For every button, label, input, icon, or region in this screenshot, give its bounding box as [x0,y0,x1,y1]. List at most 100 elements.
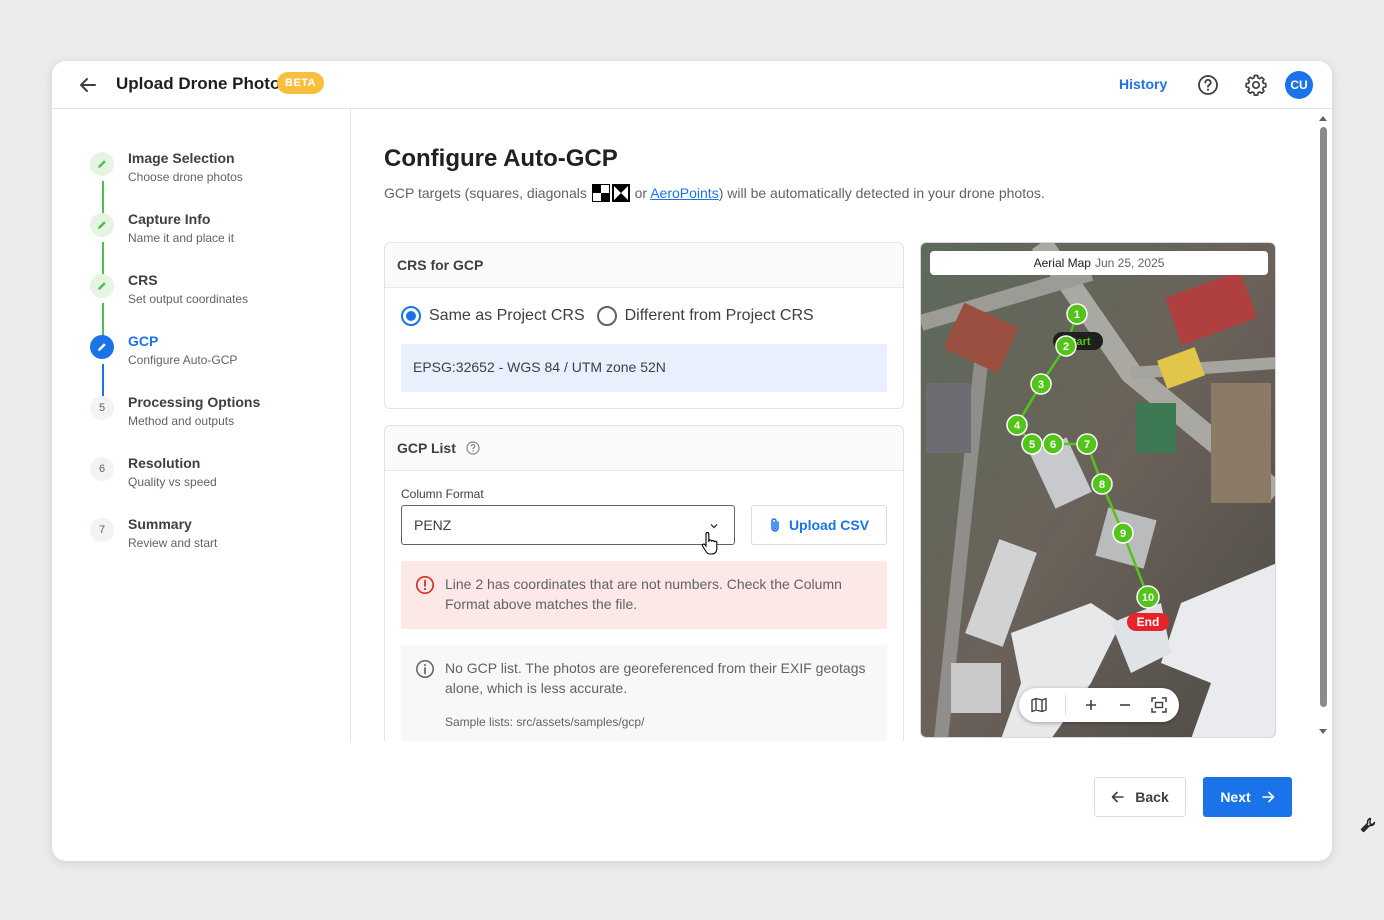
scroll-up-arrow-icon[interactable] [1318,113,1328,123]
scroll-down-arrow-icon[interactable] [1318,727,1328,737]
dialog-header: Upload Drone Photos BETA History CU [52,61,1332,109]
step-sub: Choose drone photos [128,170,243,184]
aerial-map-image: Start End 1 2 3 4 5 6 7 8 9 10 [921,243,1275,737]
map-label-text: Aerial Map [1033,256,1091,270]
error-message: Line 2 has coordinates that are not numb… [445,576,842,612]
pencil-icon [98,282,106,290]
square-target-icon [591,184,610,202]
step-processing-options[interactable]: 5 Processing Options Method and outputs [90,394,340,446]
end-marker-label: End [1137,615,1160,629]
fit-view-icon[interactable] [1150,696,1168,714]
desc-prefix: GCP targets (squares, diagonals [384,185,587,201]
radio-same-crs-label[interactable]: Same as Project CRS [429,307,585,325]
step-active-dot [90,335,114,359]
page-title: Upload Drone Photos [116,74,290,93]
section-description: GCP targets (squares, diagonals or AeroP… [384,184,1045,202]
gcp-marker: 9 [1120,528,1126,540]
step-gcp[interactable]: GCP Configure Auto-GCP [90,333,340,385]
arrow-right-icon [1261,791,1274,803]
crs-value: EPSG:32652 - WGS 84 / UTM zone 52N [401,344,887,392]
step-label: GCP [128,333,159,349]
pencil-icon [98,160,106,168]
map-title-label: Aerial Map Jun 25, 2025 [930,251,1268,275]
step-sub: Name it and place it [128,231,235,245]
step-done-dot [90,274,114,298]
sample-path: Sample lists: src/assets/samples/gcp/ [445,715,645,729]
gcp-card-title: GCP List [397,440,456,456]
column-format-value: PENZ [414,517,452,533]
step-sub: Quality vs speed [128,475,217,489]
step-sub: Configure Auto-GCP [128,353,238,367]
gcp-marker: 7 [1084,439,1090,451]
gcp-card-header: GCP List [385,426,903,471]
step-number: 7 [90,518,114,542]
pencil-icon [98,221,106,229]
crs-card-title: CRS for GCP [385,243,903,288]
main-scrollbar[interactable] [1318,113,1328,743]
gear-icon[interactable] [1244,73,1268,97]
back-button[interactable]: Back [1094,777,1186,817]
gcp-list-card: GCP List Column Format PENZ Upload CSV L… [384,425,904,741]
step-sub: Review and start [128,536,218,550]
desc-suffix: ) will be automatically detected in your… [718,185,1045,201]
step-crs[interactable]: CRS Set output coordinates [90,272,340,324]
step-label: Processing Options [128,394,261,410]
step-label: CRS [128,272,158,288]
aeropoints-link[interactable]: AeroPoints [650,185,718,201]
step-image-selection[interactable]: Image Selection Choose drone photos [90,150,340,202]
step-capture-info[interactable]: Capture Info Name it and place it [90,211,340,263]
zoom-out-icon[interactable] [1116,696,1134,714]
gcp-marker: 8 [1099,479,1105,491]
gcp-marker: 10 [1142,592,1154,604]
chevron-down-icon [710,524,718,529]
desc-or: or [634,185,648,201]
upload-csv-button[interactable]: Upload CSV [751,505,887,545]
zoom-in-icon[interactable] [1082,696,1100,714]
step-number: 5 [90,396,114,420]
error-icon [415,575,435,595]
toolbar-divider [1065,695,1066,715]
gcp-marker: 4 [1014,420,1021,432]
radio-same-crs[interactable] [401,306,421,326]
help-icon[interactable] [466,441,480,455]
column-format-label: Column Format [401,487,484,501]
avatar[interactable]: CU [1285,71,1313,99]
info-icon [416,660,434,678]
gcp-marker: 6 [1050,439,1056,451]
map-layers-icon[interactable] [1030,696,1048,714]
wrench-icon[interactable] [1359,816,1377,834]
step-number: 6 [90,457,114,481]
beta-badge: BETA [277,72,325,94]
history-link[interactable]: History [1119,76,1167,92]
help-icon[interactable] [1197,74,1219,96]
paperclip-icon [771,518,779,532]
error-alert: Line 2 has coordinates that are not numb… [401,561,887,629]
upload-csv-label: Upload CSV [788,517,870,533]
aerial-map[interactable]: Start End 1 2 3 4 5 6 7 8 9 10 Aerial Ma… [920,242,1276,738]
info-alert: No GCP list. The photos are georeference… [401,645,887,741]
back-arrow-icon[interactable] [78,75,98,95]
radio-different-crs-label[interactable]: Different from Project CRS [625,307,814,325]
main-content: Configure Auto-GCP GCP targets (squares,… [352,109,1317,741]
gcp-marker: 1 [1074,309,1080,321]
arrow-left-icon [1111,791,1125,803]
step-sub: Method and outputs [128,414,235,428]
pencil-icon [98,343,106,351]
back-button-label: Back [1135,789,1169,805]
hand-cursor-icon [701,532,718,555]
next-button-label: Next [1220,789,1251,805]
step-done-dot [90,152,114,176]
info-message: No GCP list. The photos are georeference… [445,660,866,696]
upload-dialog: Upload Drone Photos BETA History CU Imag… [52,61,1332,861]
stepper-sidebar: Image Selection Choose drone photos Capt… [52,109,351,741]
step-label: Resolution [128,455,201,471]
step-resolution[interactable]: 6 Resolution Quality vs speed [90,455,340,507]
scroll-thumb[interactable] [1320,127,1327,707]
step-summary[interactable]: 7 Summary Review and start [90,516,340,568]
radio-different-crs[interactable] [596,306,617,326]
crs-radio-group: Same as Project CRS Different from Proje… [401,306,814,326]
section-heading: Configure Auto-GCP [384,145,618,172]
gcp-marker: 2 [1063,341,1069,353]
next-button[interactable]: Next [1203,777,1292,817]
column-format-select[interactable]: PENZ [401,505,735,545]
